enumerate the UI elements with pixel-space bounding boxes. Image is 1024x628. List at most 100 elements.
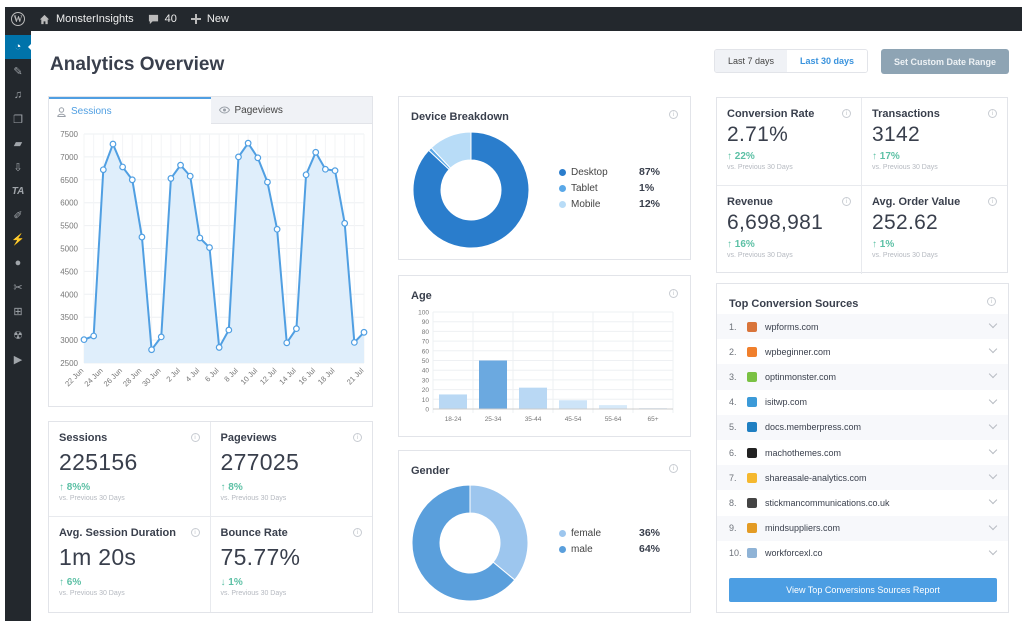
data-point[interactable] xyxy=(90,332,98,340)
data-point[interactable] xyxy=(293,325,300,333)
sidebar-item-insights[interactable]: ☢ xyxy=(5,323,31,347)
data-point[interactable] xyxy=(283,339,291,347)
data-point[interactable] xyxy=(99,166,107,174)
chevron-down-icon[interactable] xyxy=(988,420,998,429)
chevron-down-icon[interactable] xyxy=(988,319,998,329)
source-row[interactable]: 7. shareasale-analytics.com xyxy=(717,465,1008,491)
info-icon[interactable]: i xyxy=(987,297,996,306)
data-point[interactable] xyxy=(331,167,339,175)
sidebar-item-pages[interactable]: ❐ xyxy=(5,107,31,131)
sidebar-item-pin[interactable]: ✎ xyxy=(5,59,31,83)
data-point[interactable] xyxy=(167,175,175,182)
custom-date-range-button[interactable]: Set Custom Date Range xyxy=(881,49,1009,74)
chevron-down-icon[interactable] xyxy=(988,445,998,455)
source-row[interactable]: 2. wpbeginner.com xyxy=(717,339,1008,364)
info-icon[interactable]: i xyxy=(988,109,997,118)
data-point[interactable] xyxy=(109,140,117,148)
source-row[interactable]: 4. isitwp.com xyxy=(717,390,1008,415)
bar-55-64[interactable] xyxy=(599,405,627,409)
sidebar-item-plugins[interactable]: ⚡ xyxy=(5,227,31,251)
info-icon[interactable]: i xyxy=(842,109,851,118)
source-row[interactable]: 9. mindsuppliers.com xyxy=(717,515,1008,541)
sidebar-item-settings[interactable]: ⊞ xyxy=(5,299,31,323)
sidebar-item-dashboard[interactable]: ◔ xyxy=(5,35,32,59)
data-point[interactable] xyxy=(148,346,155,354)
info-icon[interactable]: i xyxy=(190,433,200,442)
bar-25-34[interactable] xyxy=(479,360,507,410)
data-point[interactable] xyxy=(273,225,281,233)
chevron-down-icon[interactable] xyxy=(988,370,998,379)
data-point[interactable] xyxy=(206,244,213,251)
data-point[interactable] xyxy=(235,153,242,161)
source-domain: docs.memberpress.com xyxy=(765,422,862,433)
site-name-link[interactable]: MonsterInsights xyxy=(39,13,134,25)
data-point[interactable] xyxy=(196,234,204,242)
info-icon[interactable]: i xyxy=(353,528,362,537)
data-point[interactable] xyxy=(177,161,184,169)
data-point[interactable] xyxy=(80,336,88,344)
info-icon[interactable]: i xyxy=(190,528,200,537)
source-domain: stickmancommunications.co.uk xyxy=(765,497,890,508)
source-row[interactable]: 10. workforcexl.co xyxy=(717,541,1008,566)
data-point[interactable] xyxy=(341,219,349,227)
new-content-link[interactable]: New xyxy=(190,13,229,25)
data-point[interactable] xyxy=(254,154,262,162)
info-icon[interactable]: i xyxy=(669,110,678,119)
bar-18-24[interactable] xyxy=(439,394,467,409)
tab-pageviews[interactable]: Pageviews xyxy=(210,97,372,124)
sidebar-item-feedback[interactable]: ⇩ xyxy=(5,155,31,179)
info-icon[interactable]: i xyxy=(988,197,997,206)
tab-sessions[interactable]: Sessions xyxy=(49,97,211,124)
chevron-down-icon[interactable] xyxy=(988,395,998,404)
source-row[interactable]: 1. wpforms.com xyxy=(717,314,1008,340)
stat-compare: vs. Previous 30 Days xyxy=(59,495,125,502)
data-point[interactable] xyxy=(119,163,127,171)
data-point[interactable] xyxy=(128,176,136,184)
info-icon[interactable]: i xyxy=(353,433,362,442)
data-point[interactable] xyxy=(264,178,271,186)
sidebar-item-users[interactable]: ● xyxy=(5,251,31,275)
wordpress-logo-icon[interactable]: W xyxy=(11,12,25,26)
chevron-down-icon[interactable] xyxy=(988,344,998,354)
chevron-down-icon[interactable] xyxy=(988,521,998,530)
info-icon[interactable]: i xyxy=(842,197,851,206)
sidebar-item-play[interactable]: ▶ xyxy=(5,347,31,371)
data-point[interactable] xyxy=(157,333,165,341)
chevron-down-icon[interactable] xyxy=(988,470,998,480)
sidebar-item-media[interactable]: ♫ xyxy=(5,83,31,107)
source-domain: optinmonster.com xyxy=(765,371,837,382)
source-row[interactable]: 8. stickmancommunications.co.uk xyxy=(717,490,1008,515)
last-7-days-button[interactable]: Last 7 days xyxy=(715,50,788,72)
data-point[interactable] xyxy=(244,139,252,147)
data-point[interactable] xyxy=(360,328,368,336)
chevron-down-icon[interactable] xyxy=(988,496,998,505)
source-row[interactable]: 3. optinmonster.com xyxy=(717,364,1008,390)
slice-female[interactable] xyxy=(469,484,529,581)
data-point[interactable] xyxy=(302,171,310,179)
view-sources-report-button[interactable]: View Top Conversions Sources Report xyxy=(729,578,997,602)
last-30-days-button[interactable]: Last 30 days xyxy=(787,50,868,72)
data-point[interactable] xyxy=(321,165,329,173)
data-point[interactable] xyxy=(138,233,146,241)
data-point[interactable] xyxy=(225,326,233,334)
bar-45-54[interactable] xyxy=(559,400,587,409)
favicon-icon xyxy=(747,548,757,559)
comments-link[interactable]: 40 xyxy=(148,13,177,25)
sidebar-item-comments[interactable]: ▰ xyxy=(5,131,31,155)
info-icon[interactable]: i xyxy=(669,289,678,298)
sidebar-item-ta[interactable]: TA xyxy=(5,179,31,203)
bar-35-44[interactable] xyxy=(519,387,547,409)
chevron-down-icon[interactable] xyxy=(988,546,998,555)
source-domain: mindsuppliers.com xyxy=(765,523,841,534)
data-point[interactable] xyxy=(186,172,194,180)
source-row[interactable]: 5. docs.memberpress.com xyxy=(717,414,1008,440)
data-point[interactable] xyxy=(215,344,223,351)
source-rank: 5. xyxy=(729,422,737,433)
stat-bounce-rate: Bounce Rate i 75.77% ↓ 1% vs. Previous 30 Da… xyxy=(211,517,373,612)
data-point[interactable] xyxy=(350,338,358,346)
sidebar-item-tools[interactable]: ✂ xyxy=(5,275,31,299)
sidebar-item-appearance[interactable]: ✐ xyxy=(5,203,31,227)
info-icon[interactable]: i xyxy=(669,464,678,473)
data-point[interactable] xyxy=(312,148,320,156)
source-row[interactable]: 6. machothemes.com xyxy=(717,440,1008,465)
